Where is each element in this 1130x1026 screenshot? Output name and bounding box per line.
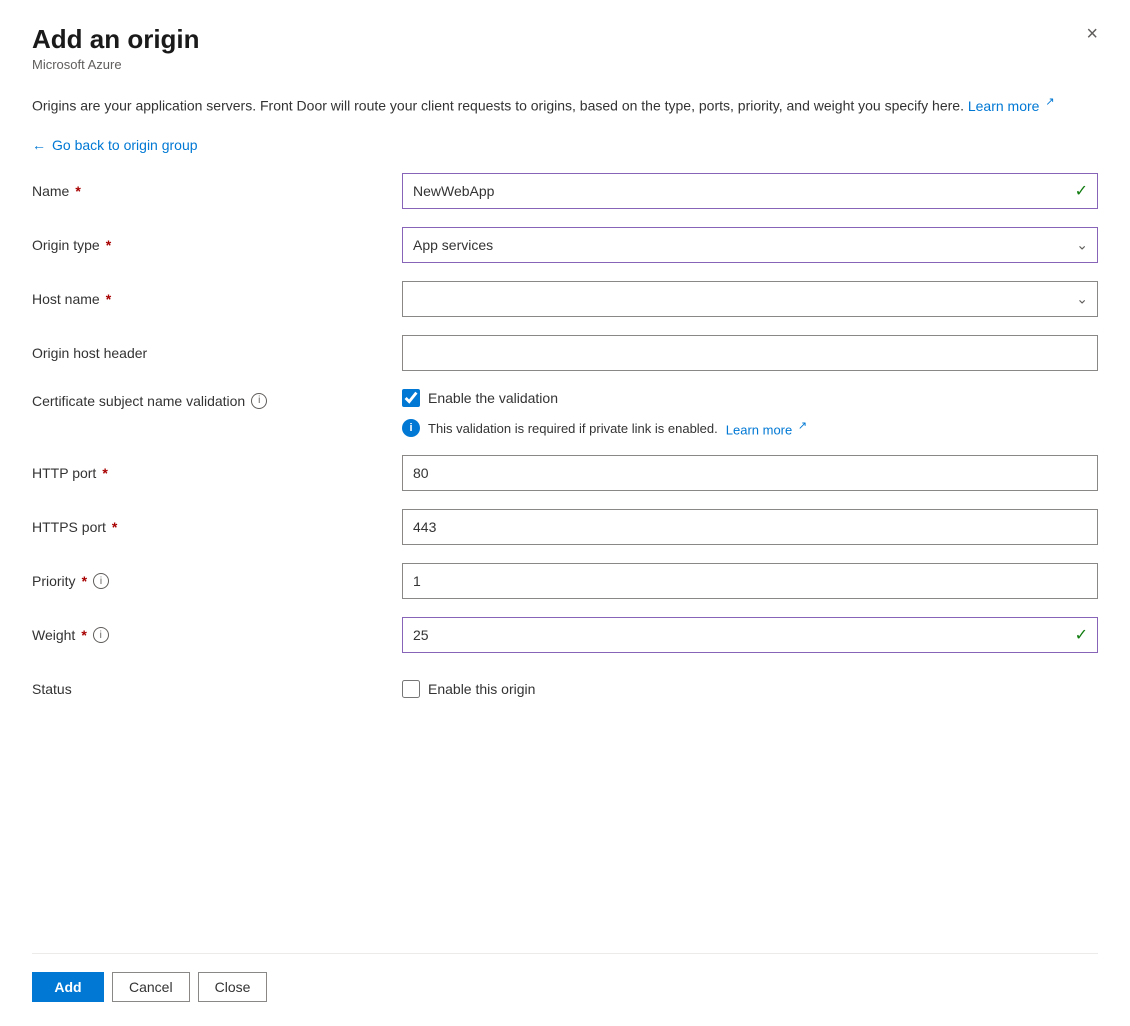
https-port-input[interactable] bbox=[402, 509, 1098, 545]
add-origin-panel: Add an origin Microsoft Azure × Origins … bbox=[0, 0, 1130, 1026]
close-button[interactable]: Close bbox=[198, 972, 268, 1002]
close-icon-button[interactable]: × bbox=[1078, 20, 1106, 48]
cert-validation-checkbox-line: Enable the validation bbox=[402, 389, 558, 407]
panel-title: Add an origin bbox=[32, 24, 1098, 55]
origin-type-select[interactable]: App services Storage Cloud service Custo… bbox=[402, 227, 1098, 263]
priority-input[interactable] bbox=[402, 563, 1098, 599]
panel-header: Add an origin Microsoft Azure bbox=[32, 24, 1098, 72]
status-row: Status Enable this origin bbox=[32, 671, 1098, 707]
cert-validation-info-icon[interactable]: i bbox=[251, 393, 267, 409]
cert-validation-checkbox-label: Enable the validation bbox=[428, 390, 558, 406]
info-circle-icon: i bbox=[402, 419, 420, 437]
origin-type-row: Origin type * App services Storage Cloud… bbox=[32, 227, 1098, 263]
form-body: Name * ✓ Origin type * App services Stor… bbox=[32, 173, 1098, 933]
origin-host-header-input-wrap bbox=[402, 335, 1098, 371]
cert-external-link-icon: ↗ bbox=[798, 420, 807, 432]
host-name-select[interactable] bbox=[402, 281, 1098, 317]
weight-required-star: * bbox=[81, 627, 86, 643]
priority-label: Priority * i bbox=[32, 573, 402, 589]
priority-info-icon[interactable]: i bbox=[93, 573, 109, 589]
status-checkbox-label: Enable this origin bbox=[428, 681, 535, 697]
learn-more-link-description[interactable]: Learn more ↗ bbox=[968, 98, 1055, 114]
name-label: Name * bbox=[32, 183, 402, 199]
panel-description: Origins are your application servers. Fr… bbox=[32, 94, 1098, 117]
origin-host-header-input[interactable] bbox=[402, 335, 1098, 371]
weight-valid-icon: ✓ bbox=[1075, 625, 1088, 645]
host-name-select-wrap: ⌄ bbox=[402, 281, 1098, 317]
add-button[interactable]: Add bbox=[32, 972, 104, 1002]
priority-required-star: * bbox=[82, 573, 87, 589]
origin-host-header-label: Origin host header bbox=[32, 345, 402, 361]
cert-validation-label: Certificate subject name validation i bbox=[32, 389, 402, 409]
http-port-input-wrap bbox=[402, 455, 1098, 491]
http-port-required-star: * bbox=[102, 465, 107, 481]
external-link-icon: ↗ bbox=[1045, 96, 1054, 108]
status-label: Status bbox=[32, 681, 402, 697]
status-checkbox-wrap: Enable this origin bbox=[402, 680, 1098, 698]
weight-input[interactable] bbox=[402, 617, 1098, 653]
weight-info-icon[interactable]: i bbox=[93, 627, 109, 643]
weight-label: Weight * i bbox=[32, 627, 402, 643]
origin-type-label: Origin type * bbox=[32, 237, 402, 253]
weight-row: Weight * i ✓ bbox=[32, 617, 1098, 653]
cert-validation-control: Enable the validation i This validation … bbox=[402, 389, 1098, 437]
cert-validation-info-message: i This validation is required if private… bbox=[402, 419, 807, 437]
origin-type-required-star: * bbox=[106, 237, 111, 253]
panel-footer: Add Cancel Close bbox=[32, 954, 1098, 1026]
name-input[interactable] bbox=[402, 173, 1098, 209]
origin-host-header-row: Origin host header bbox=[32, 335, 1098, 371]
origin-type-select-wrap: App services Storage Cloud service Custo… bbox=[402, 227, 1098, 263]
cert-learn-more-link[interactable]: Learn more ↗ bbox=[726, 419, 807, 437]
panel-subtitle: Microsoft Azure bbox=[32, 57, 1098, 72]
name-row: Name * ✓ bbox=[32, 173, 1098, 209]
priority-row: Priority * i bbox=[32, 563, 1098, 599]
name-input-wrap: ✓ bbox=[402, 173, 1098, 209]
https-port-required-star: * bbox=[112, 519, 117, 535]
https-port-input-wrap bbox=[402, 509, 1098, 545]
http-port-label: HTTP port * bbox=[32, 465, 402, 481]
http-port-row: HTTP port * bbox=[32, 455, 1098, 491]
host-name-label: Host name * bbox=[32, 291, 402, 307]
cert-validation-checkbox[interactable] bbox=[402, 389, 420, 407]
name-required-star: * bbox=[75, 183, 80, 199]
host-name-required-star: * bbox=[106, 291, 111, 307]
go-back-link[interactable]: ← Go back to origin group bbox=[32, 137, 1098, 153]
https-port-label: HTTPS port * bbox=[32, 519, 402, 535]
priority-input-wrap bbox=[402, 563, 1098, 599]
https-port-row: HTTPS port * bbox=[32, 509, 1098, 545]
host-name-row: Host name * ⌄ bbox=[32, 281, 1098, 317]
cert-validation-row: Certificate subject name validation i En… bbox=[32, 389, 1098, 437]
name-valid-icon: ✓ bbox=[1075, 181, 1088, 201]
http-port-input[interactable] bbox=[402, 455, 1098, 491]
arrow-left-icon: ← bbox=[32, 137, 46, 153]
status-checkbox[interactable] bbox=[402, 680, 420, 698]
cancel-button[interactable]: Cancel bbox=[112, 972, 190, 1002]
weight-input-wrap: ✓ bbox=[402, 617, 1098, 653]
